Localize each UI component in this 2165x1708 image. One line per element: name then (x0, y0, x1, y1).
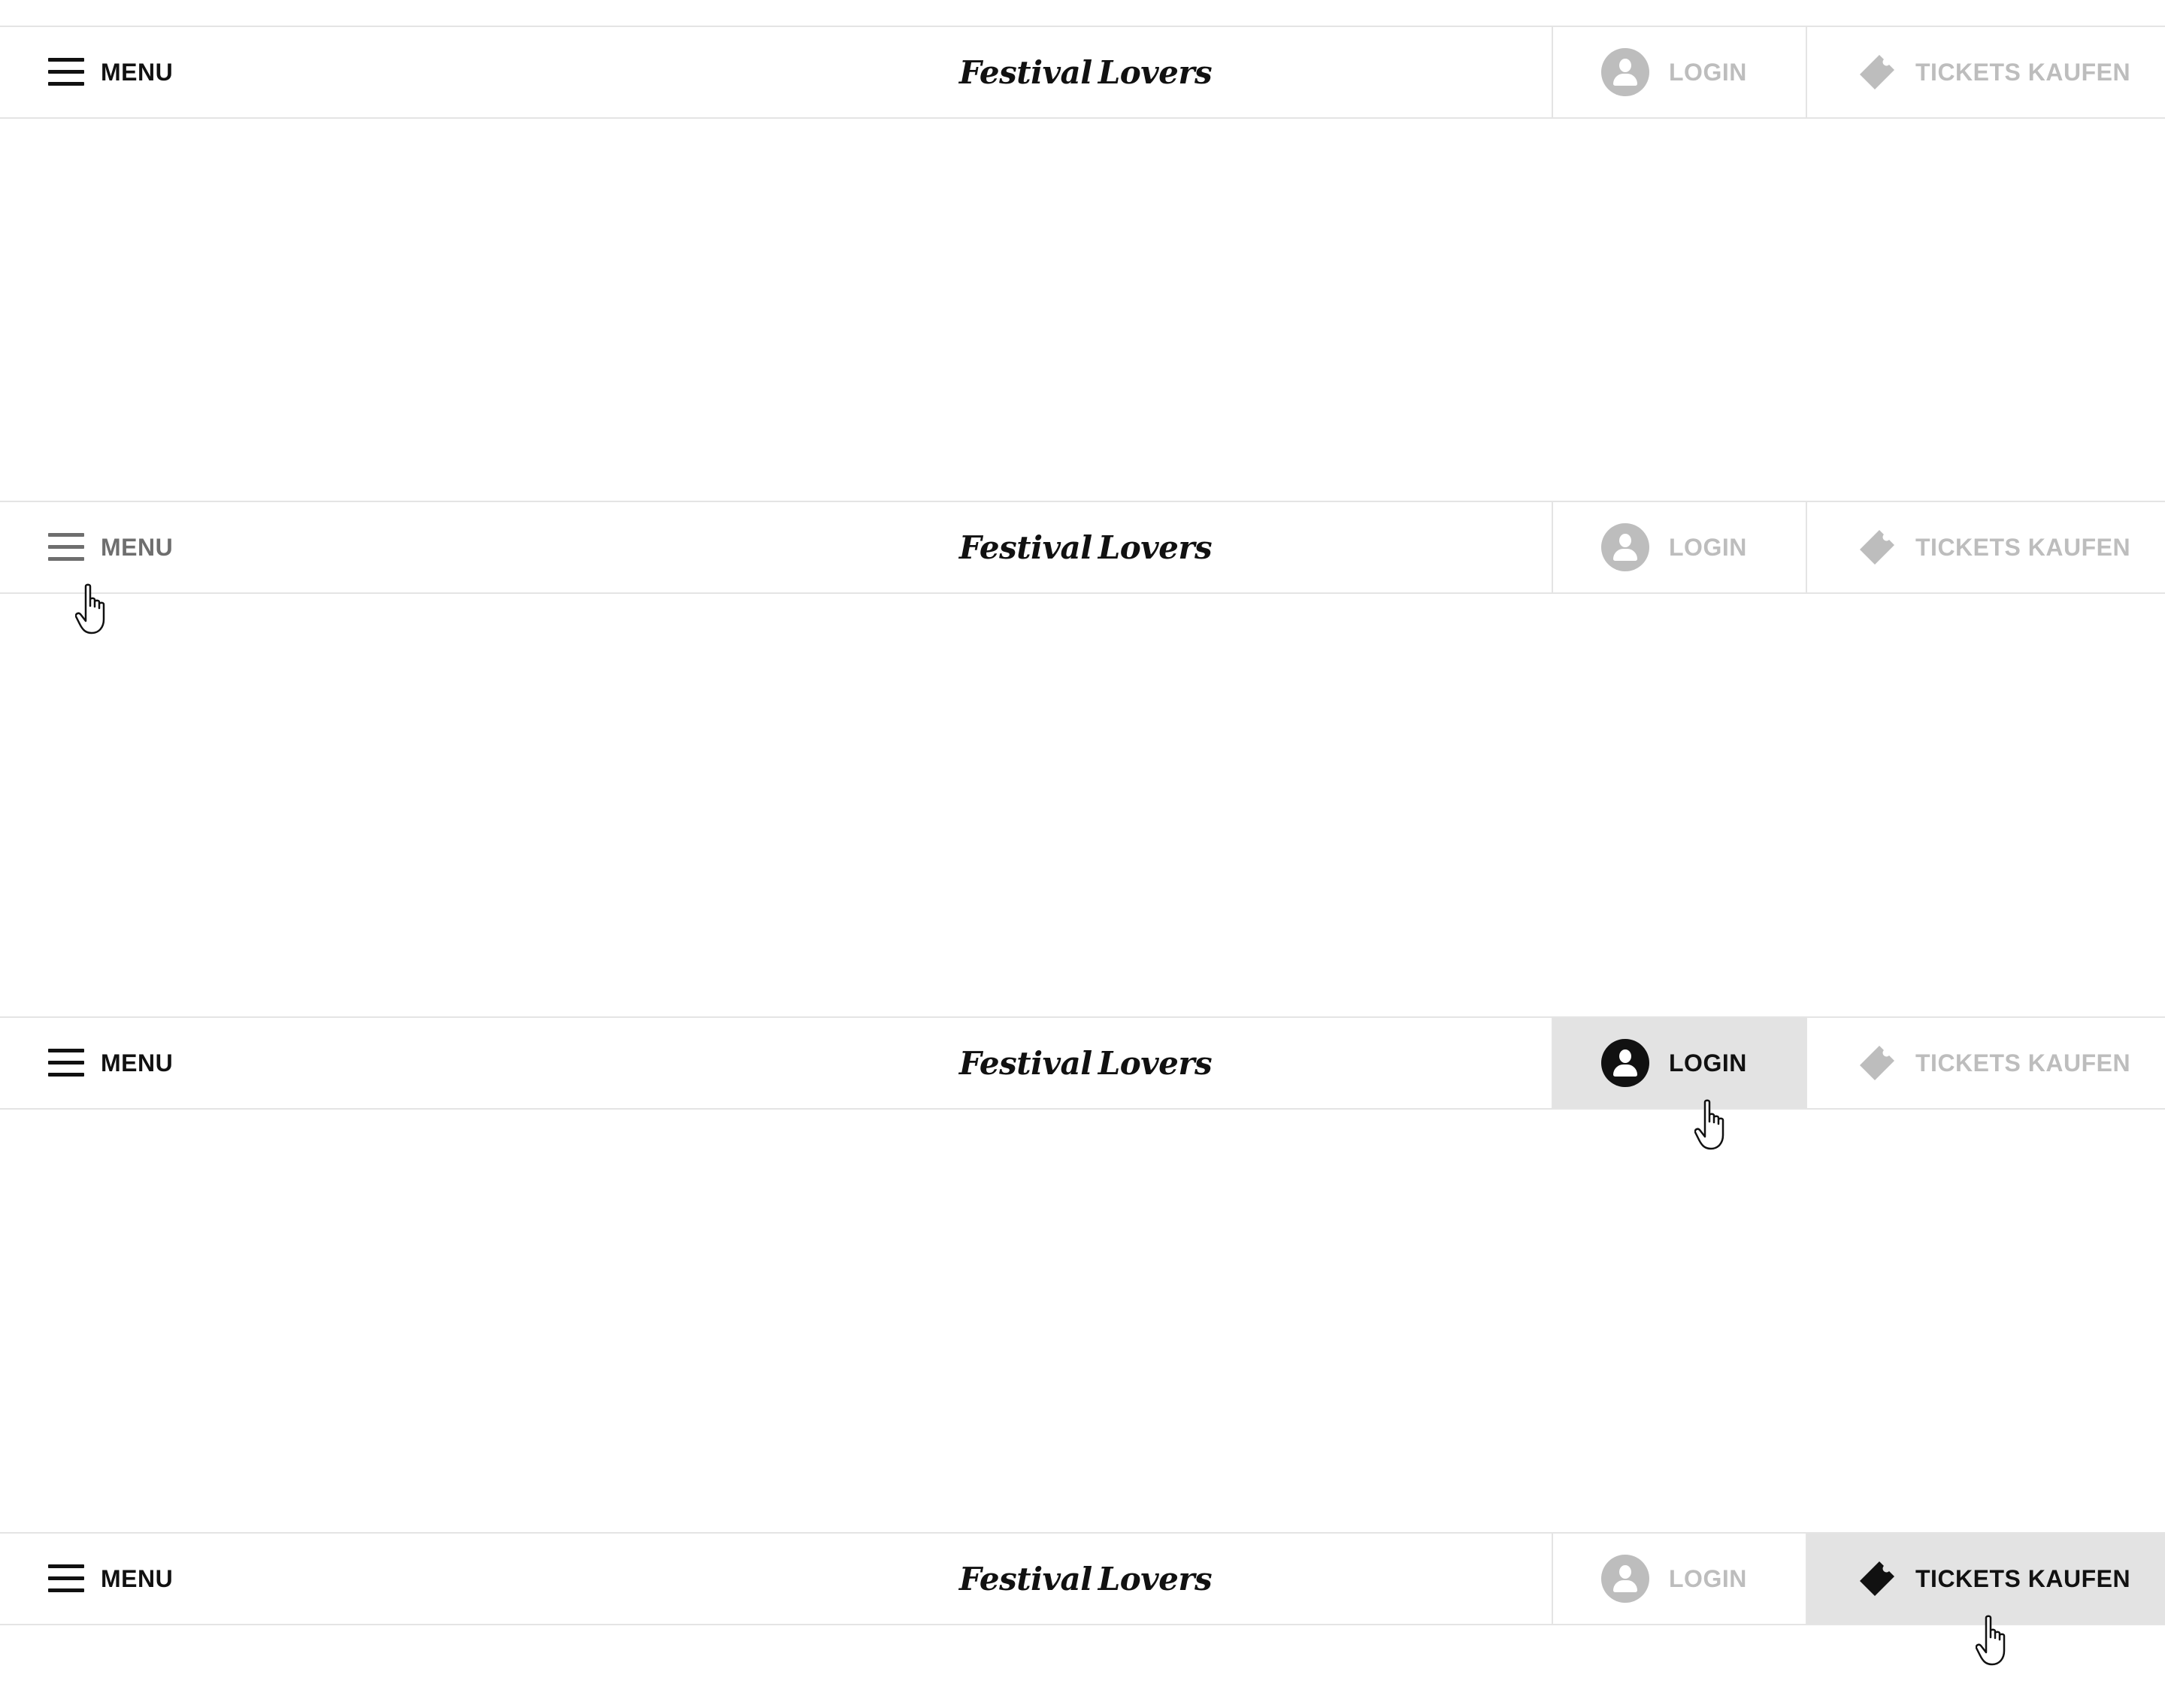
logo-word-left: Festival (958, 53, 1092, 91)
ticket-icon (1860, 530, 1894, 565)
tickets-label: TICKETS KAUFEN (1915, 1049, 2131, 1077)
logo-word-left: Festival (958, 1560, 1092, 1597)
brand-logo[interactable]: Festival Lovers (959, 1544, 1213, 1613)
ticket-icon (1860, 1561, 1894, 1596)
logo-word-left: Festival (958, 1044, 1092, 1082)
login-label: LOGIN (1669, 1564, 1747, 1592)
brand-logo[interactable]: Festival Lovers (959, 513, 1213, 582)
menu-label: MENU (101, 1564, 174, 1592)
ticket-icon (1860, 55, 1894, 89)
tickets-label: TICKETS KAUFEN (1915, 1564, 2131, 1592)
menu-button[interactable]: MENU (2, 1018, 197, 1108)
navbar-login-hover-state: MENU Festival Lovers LOGIN TICKETS KAUFE… (0, 1016, 2165, 1110)
hamburger-icon (48, 533, 84, 562)
user-icon (1601, 48, 1649, 96)
menu-label: MENU (101, 533, 174, 561)
hand-pointer-icon (1976, 1615, 2006, 1666)
user-icon (1601, 523, 1649, 571)
menu-button[interactable]: MENU (2, 1534, 197, 1624)
hamburger-icon (48, 1564, 84, 1593)
brand-logo[interactable]: Festival Lovers (959, 1028, 1213, 1098)
brand-logo[interactable]: Festival Lovers (959, 38, 1213, 107)
user-icon (1601, 1555, 1649, 1603)
tickets-button[interactable]: TICKETS KAUFEN (1806, 1534, 2165, 1624)
login-button[interactable]: LOGIN (1552, 1018, 1806, 1108)
navbar-tickets-hover-state: MENU Festival Lovers LOGIN TICKETS KAUFE… (0, 1532, 2165, 1625)
logo-word-right: Lovers (1098, 1044, 1213, 1082)
tickets-button[interactable]: TICKETS KAUFEN (1806, 27, 2165, 117)
logo-word-right: Lovers (1098, 53, 1213, 91)
navbar-default-state: MENU Festival Lovers LOGIN TICKETS KAUFE… (0, 26, 2165, 119)
hamburger-icon (48, 58, 84, 86)
menu-button[interactable]: MENU (2, 27, 197, 117)
login-label: LOGIN (1669, 1049, 1747, 1077)
user-icon (1601, 1039, 1649, 1087)
hand-pointer-icon (1694, 1099, 1724, 1150)
logo-word-right: Lovers (1098, 528, 1213, 566)
hamburger-icon (48, 1049, 84, 1077)
login-label: LOGIN (1669, 58, 1747, 86)
tickets-button[interactable]: TICKETS KAUFEN (1806, 1018, 2165, 1108)
navbar-menu-hover-state: MENU Festival Lovers LOGIN TICKETS KAUFE… (0, 501, 2165, 594)
menu-label: MENU (101, 58, 174, 86)
hand-pointer-icon (75, 583, 105, 634)
tickets-button[interactable]: TICKETS KAUFEN (1806, 502, 2165, 592)
ticket-icon (1860, 1046, 1894, 1080)
tickets-label: TICKETS KAUFEN (1915, 533, 2131, 561)
login-label: LOGIN (1669, 533, 1747, 561)
login-button[interactable]: LOGIN (1552, 1534, 1806, 1624)
login-button[interactable]: LOGIN (1552, 27, 1806, 117)
menu-button[interactable]: MENU (2, 502, 197, 592)
tickets-label: TICKETS KAUFEN (1915, 58, 2131, 86)
login-button[interactable]: LOGIN (1552, 502, 1806, 592)
menu-label: MENU (101, 1049, 174, 1077)
logo-word-right: Lovers (1098, 1560, 1213, 1597)
logo-word-left: Festival (958, 528, 1092, 566)
